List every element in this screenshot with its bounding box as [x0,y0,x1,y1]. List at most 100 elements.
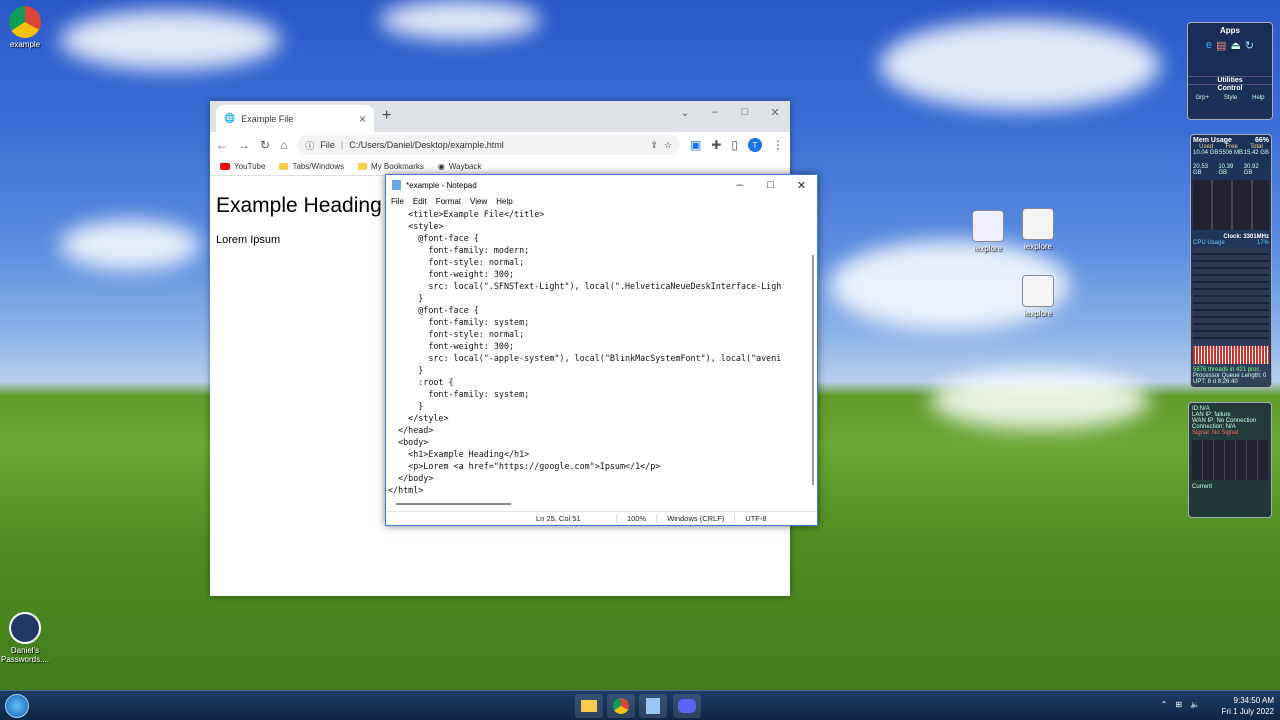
ie-icon[interactable]: e [1206,39,1212,52]
code-line: </style> [388,413,449,423]
menu-file[interactable]: File [391,197,404,206]
net-current: Current [1192,484,1213,490]
mem-title: Mem Usage [1193,137,1232,144]
cloud [60,220,200,270]
menu-edit[interactable]: Edit [413,197,427,206]
tab-example-file[interactable]: 🌐 Example File × [216,105,374,132]
help-link[interactable]: Help [1252,95,1264,101]
start-button[interactable] [5,694,29,718]
bookmark-wayback[interactable]: ◉ Wayback [438,162,482,171]
sidepanel-icon[interactable]: ▯ [731,138,738,152]
new-tab-button[interactable]: + [382,107,391,125]
maximize-button[interactable]: □ [730,101,760,123]
close-tab-icon[interactable]: × [359,112,366,126]
network-graph [1192,440,1268,480]
share-icon[interactable]: ⇪ [650,140,658,151]
window-controls: – □ ✕ [724,175,817,195]
chrome-taskbar-button[interactable] [607,694,635,718]
chevron-down-icon[interactable]: ⌄ [670,101,700,123]
desktop-icon-label: Daniel's Passwords.... [0,646,49,664]
code-line: <style> [388,221,444,231]
bookmark-tabs-windows[interactable]: Tabs/Windows [279,162,344,171]
cpu-history-graph [1193,346,1269,364]
forward-icon[interactable]: → [238,138,250,152]
taskbar: ⌃ ⊞ 🔈 9:34:50 AM Fri 1 July 2022 [0,690,1280,720]
code-line: font-family: modern; [388,245,530,255]
notepad-window: *example - Notepad – □ ✕ File Edit Forma… [385,174,818,526]
mem-value: 10.04 GB [1193,150,1219,156]
folder-icon [581,700,597,712]
code-line: font-family: system; [388,389,530,399]
bookmark-label: YouTube [234,162,266,171]
style-link[interactable]: Style [1224,95,1237,101]
horizontal-scrollbar[interactable] [396,503,511,505]
menu-bar: File Edit Format View Help [386,195,817,208]
toolbar: ← → ↻ ⌂ ⓘ File | C:/Users/Daniel/Desktop… [210,132,790,158]
chrome-icon [613,698,629,714]
apps-gadget: Apps e ▤ ⏏ ↻ Utilities Control Grp+ Style H… [1187,22,1273,120]
network-gadget: ID:N/A LAN IP: failure WAN IP: No Connec… [1188,402,1272,518]
apps-title: Apps [1220,26,1240,35]
notepad-taskbar-button[interactable] [639,694,667,718]
url-text: C:/Users/Daniel/Desktop/example.html [349,140,504,150]
maximize-button[interactable]: □ [755,175,786,195]
menu-help[interactable]: Help [496,197,512,206]
minimize-button[interactable]: – [724,175,755,195]
close-button[interactable]: ✕ [786,175,817,195]
code-line: @font-face { [388,305,479,315]
app-icon[interactable]: ▤ [1216,39,1226,52]
clock-date: Fri 1 July 2022 [1221,707,1274,716]
puzzle-icon[interactable]: ✚ [711,138,721,152]
notepad-icon [646,698,660,714]
vertical-scrollbar[interactable] [812,255,814,485]
home-icon[interactable]: ⌂ [280,138,287,152]
menu-view[interactable]: View [470,197,487,206]
utilities-button[interactable]: Utilities [1188,76,1272,84]
globe-icon: 🌐 [224,113,236,123]
file-explorer-button[interactable] [575,694,603,718]
minimize-button[interactable]: – [700,101,730,123]
avatar[interactable]: T [748,138,762,152]
star-icon[interactable]: ☆ [664,140,672,151]
volume-icon[interactable]: 🔈 [1190,700,1200,709]
desktop-icon-label: iexplore [1023,309,1052,318]
lock-icon [9,612,41,644]
extension-icon[interactable]: ▣ [690,138,701,152]
chrome-icon [9,6,41,38]
back-icon[interactable]: ← [216,138,228,152]
chevron-up-icon[interactable]: ⌃ [1161,700,1168,709]
code-line: font-weight: 300; [388,341,515,351]
code-line: font-style: normal; [388,257,525,267]
youtube-icon [220,163,230,170]
code-line: src: local("-apple-system"), local("Blin… [388,353,782,363]
bookmark-youtube[interactable]: YouTube [220,162,265,171]
app-icon[interactable]: ↻ [1245,39,1254,52]
menu-icon[interactable]: ⋮ [772,138,784,152]
desktop-icon-iexplore[interactable]: iexplore [1008,208,1068,251]
text-editor[interactable]: <title>Example File</title> <style> @fon… [386,208,817,501]
desktop-icon-example[interactable]: example [0,6,55,49]
mem-value: 15.42 GB [1243,150,1269,156]
network-icon[interactable]: ⊞ [1175,700,1182,709]
app-icon[interactable]: ⏏ [1230,39,1240,52]
code-line: font-style: normal; [388,329,525,339]
bookmark-my-bookmarks[interactable]: My Bookmarks [358,162,424,171]
address-bar[interactable]: ⓘ File | C:/Users/Daniel/Desktop/example… [297,135,680,155]
code-line: :root { [388,377,454,387]
code-line: } [388,401,424,411]
discord-taskbar-button[interactable] [673,694,701,718]
reload-icon[interactable]: ↻ [260,138,270,152]
desktop-icon-iexplore[interactable]: iexplore [1008,275,1068,318]
cloud [880,20,1160,110]
taskbar-clock[interactable]: 9:34:50 AM Fri 1 July 2022 [1222,695,1274,717]
window-controls: ⌄ – □ ✕ [670,101,790,123]
control-button[interactable]: Control [1188,84,1272,92]
mem-value: 20.53 GB [1193,164,1209,176]
discord-icon [678,699,696,713]
grp-link[interactable]: Grp+ [1195,95,1209,101]
code-line: <p>Lorem <a href="https://google.com">Ip… [388,461,661,471]
cpu-usage-label: CPU Usage [1193,240,1225,246]
menu-format[interactable]: Format [436,197,461,206]
close-button[interactable]: ✕ [760,101,790,123]
desktop-icon-passwords[interactable]: Daniel's Passwords.... [0,612,55,664]
